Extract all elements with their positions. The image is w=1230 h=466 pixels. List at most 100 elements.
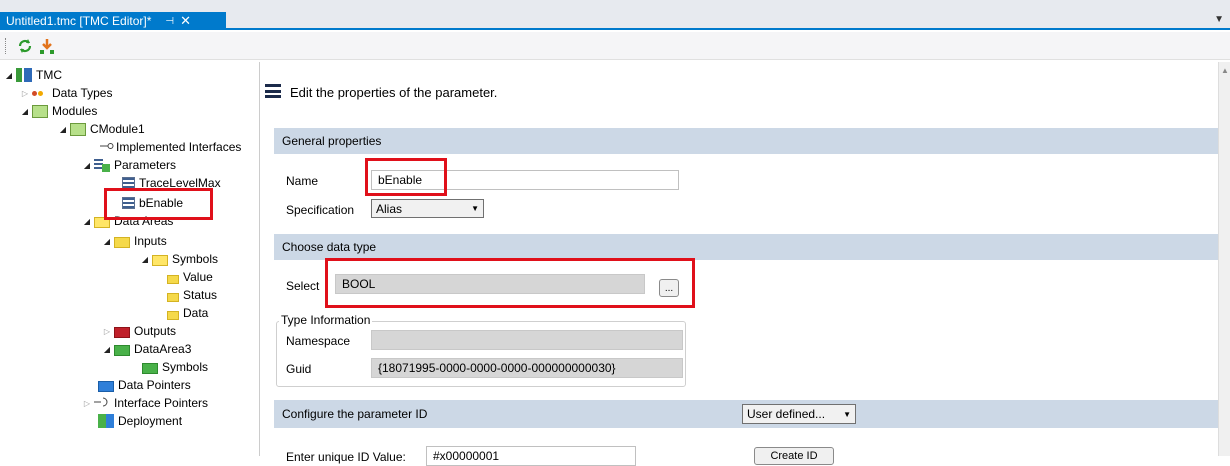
section-choose-data-type: Choose data type <box>274 234 1218 260</box>
tree-label: CModule1 <box>90 122 145 136</box>
tree-node-deployment[interactable]: Deployment <box>96 412 182 430</box>
parameters-icon <box>94 158 110 172</box>
section-title: Configure the parameter ID <box>282 407 428 421</box>
collapse-icon[interactable]: ◢ <box>4 71 14 80</box>
tree-node-value[interactable]: Value <box>165 268 213 286</box>
document-tab[interactable]: Untitled1.tmc [TMC Editor]* ⊣ ✕ <box>0 12 226 30</box>
tab-title[interactable]: Untitled1.tmc [TMC Editor]* <box>6 14 151 28</box>
pin-icon[interactable]: ⊣ <box>165 16 174 27</box>
section-title: General properties <box>282 134 382 148</box>
tree-node-outputs[interactable]: ▷ Outputs <box>102 322 176 340</box>
toolbar <box>0 32 1230 60</box>
menu-icon <box>265 84 281 98</box>
interface-icon <box>100 140 114 154</box>
tree-label: DataArea3 <box>134 342 192 356</box>
id-mode-value: User defined... <box>747 407 826 421</box>
tree-label: Modules <box>52 104 98 118</box>
highlight-box-select <box>325 258 695 308</box>
expand-icon[interactable]: ▷ <box>102 327 112 336</box>
tree-node-modules[interactable]: ◢ Modules <box>20 102 97 120</box>
tree-label: Data Types <box>52 86 113 100</box>
data-pointers-icon <box>98 380 114 392</box>
highlight-box-tree <box>104 188 213 220</box>
tmc-icon <box>16 68 32 82</box>
data-types-icon <box>32 86 48 100</box>
create-id-button[interactable]: Create ID <box>754 447 834 465</box>
collapse-icon[interactable]: ◢ <box>82 217 92 226</box>
tree-node-status[interactable]: Status <box>165 286 217 304</box>
tree-node-cmodule1[interactable]: ◢ CModule1 <box>58 120 145 138</box>
vertical-scrollbar[interactable]: ▲ <box>1218 62 1230 456</box>
namespace-label: Namespace <box>286 334 351 348</box>
symbol-icon <box>167 292 179 302</box>
collapse-icon[interactable]: ◢ <box>102 345 112 354</box>
symbol-icon <box>167 310 179 320</box>
tmc-tree: ◢ TMC ▷ Data Types ◢ Modules ◢ CModule1 … <box>0 62 260 456</box>
tree-label: Data Pointers <box>118 378 191 392</box>
guid-field[interactable]: {18071995-0000-0000-0000-000000000030} <box>371 358 683 378</box>
symbol-icon <box>167 274 179 284</box>
interface-pointer-icon <box>94 396 110 410</box>
tree-label: Status <box>183 288 218 302</box>
tree-label: Symbols <box>162 360 209 374</box>
tree-node-symbols[interactable]: ◢ Symbols <box>140 250 218 268</box>
folder-icon <box>152 254 168 266</box>
tree-node-interface-pointers[interactable]: ▷ Interface Pointers <box>82 394 208 412</box>
section-title: Choose data type <box>282 240 377 254</box>
guid-label: Guid <box>286 362 312 376</box>
outputs-icon <box>114 326 130 338</box>
specification-label: Specification <box>286 203 355 217</box>
tree-label: Data <box>183 306 209 320</box>
collapse-icon[interactable]: ◢ <box>58 125 68 134</box>
close-icon[interactable]: ✕ <box>180 13 191 29</box>
specification-value: Alias <box>376 201 403 216</box>
folder-icon <box>114 236 130 248</box>
merge-icon[interactable] <box>38 37 56 55</box>
id-mode-select[interactable]: User defined... ▼ <box>742 404 856 424</box>
tree-label: TMC <box>36 68 62 82</box>
tree-node-data-pointers[interactable]: Data Pointers <box>96 376 191 394</box>
namespace-field[interactable] <box>371 330 683 350</box>
dataarea-icon <box>114 344 130 356</box>
tree-label: Deployment <box>118 414 183 428</box>
tab-dropdown-icon[interactable]: ▼ <box>1214 14 1224 25</box>
section-general-properties: General properties <box>274 128 1218 154</box>
tree-label: Value <box>183 270 213 284</box>
scroll-up-icon[interactable]: ▲ <box>1221 66 1229 75</box>
tree-label: Inputs <box>134 234 167 248</box>
specification-select[interactable]: Alias ▼ <box>371 199 484 218</box>
collapse-icon[interactable]: ◢ <box>102 237 112 246</box>
module-icon <box>70 122 86 136</box>
panel-header: Edit the properties of the parameter. <box>290 85 498 100</box>
properties-panel: Edit the properties of the parameter. Ge… <box>261 62 1218 466</box>
toolbar-grip <box>5 38 8 54</box>
tree-node-inputs[interactable]: ◢ Inputs <box>102 232 167 250</box>
collapse-icon[interactable]: ◢ <box>20 107 30 116</box>
enter-id-label: Enter unique ID Value: <box>286 450 406 464</box>
tree-node-tmc[interactable]: ◢ TMC <box>4 66 62 84</box>
collapse-icon[interactable]: ◢ <box>82 161 92 170</box>
tree-node-symbols-2[interactable]: Symbols <box>140 358 208 376</box>
tree-node-dataarea3[interactable]: ◢ DataArea3 <box>102 340 191 358</box>
id-value-field[interactable]: #x00000001 <box>426 446 636 466</box>
name-label: Name <box>286 174 319 188</box>
highlight-box-name <box>365 158 447 196</box>
tree-node-implemented-interfaces[interactable]: Implemented Interfaces <box>98 138 241 156</box>
tree-node-data-types[interactable]: ▷ Data Types <box>20 84 113 102</box>
symbols-icon <box>142 362 158 374</box>
expand-icon[interactable]: ▷ <box>82 399 92 408</box>
type-information-title: Type Information <box>279 313 373 327</box>
document-tab-bar: Untitled1.tmc [TMC Editor]* ⊣ ✕ ▼ <box>0 0 1230 30</box>
chevron-down-icon: ▼ <box>471 204 479 213</box>
tree-node-parameters[interactable]: ◢ Parameters <box>82 156 176 174</box>
select-label: Select <box>286 279 320 293</box>
tree-label: Outputs <box>134 324 177 338</box>
collapse-icon[interactable]: ◢ <box>140 255 150 264</box>
chevron-down-icon: ▼ <box>843 409 851 419</box>
expand-icon[interactable]: ▷ <box>20 89 30 98</box>
tree-label: Symbols <box>172 252 219 266</box>
tree-label: Interface Pointers <box>114 396 209 410</box>
refresh-icon[interactable] <box>16 37 34 55</box>
tree-node-data[interactable]: Data <box>165 304 208 322</box>
tree-label: Implemented Interfaces <box>116 140 242 154</box>
